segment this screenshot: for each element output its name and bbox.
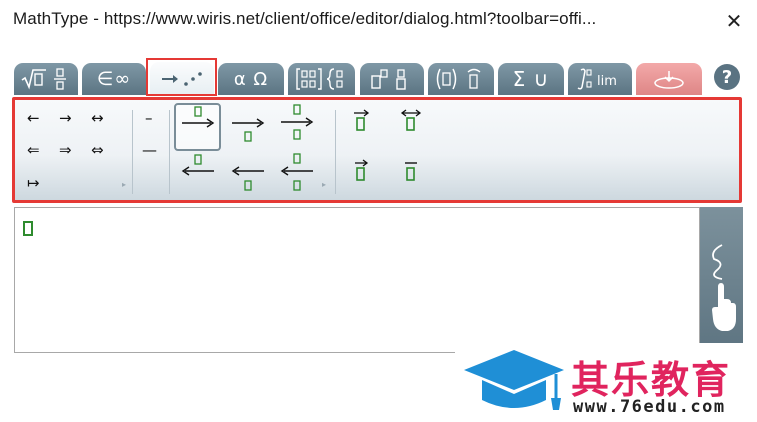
help-button[interactable]: ? bbox=[714, 64, 740, 90]
integral-lim-icon: lim bbox=[577, 68, 617, 90]
tab-big-operators[interactable]: Σ ∪ bbox=[498, 63, 564, 95]
handwriting-hand-icon bbox=[712, 244, 736, 331]
double-right-arrow-button[interactable]: ⇒ bbox=[59, 143, 72, 158]
en-dash-button[interactable]: – bbox=[145, 111, 153, 126]
contextual-icon bbox=[654, 71, 684, 89]
handwriting-toggle-button[interactable] bbox=[700, 207, 743, 353]
separator bbox=[132, 110, 133, 194]
group-expand-icon[interactable]: ▸ bbox=[322, 180, 326, 189]
tab-arrows[interactable] bbox=[150, 62, 214, 96]
arrows-toolbar-panel: ← → ↔ ⇐ ⇒ ⇔ ↦ ▸ – — ▸ bbox=[12, 97, 742, 203]
sum-union-icon: Σ ∪ bbox=[512, 67, 550, 91]
close-button[interactable]: ✕ bbox=[718, 6, 750, 36]
title-bar: MathType - https://www.wiris.net/client/… bbox=[0, 0, 757, 44]
vector-small-arrow-accent-button[interactable] bbox=[348, 157, 374, 187]
svg-text:lim: lim bbox=[597, 74, 617, 89]
vector-left-right-accent-button[interactable] bbox=[398, 107, 424, 137]
greek-icon: α Ω bbox=[233, 68, 269, 90]
right-arrow-button[interactable]: → bbox=[59, 111, 72, 126]
maps-to-arrow-button[interactable]: ↦ bbox=[27, 176, 40, 191]
watermark: 其乐教育 www.76edu.com bbox=[455, 343, 757, 422]
left-arrow-under-placeholder-button[interactable] bbox=[228, 156, 268, 200]
arrows-icon bbox=[162, 72, 202, 86]
tab-symbols[interactable]: ∈∞ bbox=[82, 63, 146, 95]
em-dash-button[interactable]: — bbox=[142, 143, 157, 158]
set-infinity-icon: ∈∞ bbox=[96, 68, 132, 90]
left-right-arrow-button[interactable]: ↔ bbox=[91, 111, 104, 126]
watermark-title: 其乐教育 bbox=[571, 358, 732, 402]
arrow-over-placeholder-button[interactable] bbox=[178, 105, 218, 145]
arrow-under-placeholder-button[interactable] bbox=[228, 105, 268, 149]
decorations-icon bbox=[436, 68, 481, 90]
arrow-over-under-placeholder-button[interactable] bbox=[277, 102, 317, 150]
tab-calculus[interactable]: lim bbox=[568, 63, 632, 95]
separator bbox=[335, 110, 336, 194]
empty-placeholder-box[interactable] bbox=[23, 221, 33, 236]
scripts-icon bbox=[371, 69, 406, 90]
tab-scripts[interactable] bbox=[360, 63, 424, 95]
double-left-arrow-button[interactable]: ⇐ bbox=[27, 143, 40, 158]
tab-matrices[interactable] bbox=[288, 63, 355, 95]
left-arrow-over-under-placeholder-button[interactable] bbox=[277, 152, 317, 200]
overline-accent-button[interactable] bbox=[398, 157, 424, 187]
sqrt-fraction-icon bbox=[21, 68, 66, 90]
tab-bar: ∈∞ α Ω Σ ∪ lim bbox=[12, 60, 747, 96]
watermark-url: www.76edu.com bbox=[573, 397, 726, 417]
tab-decorations[interactable] bbox=[428, 63, 494, 95]
formula-editor-area[interactable] bbox=[14, 207, 700, 353]
matrix-icon bbox=[295, 68, 343, 90]
tab-contextual[interactable] bbox=[636, 63, 702, 95]
tab-general[interactable] bbox=[14, 63, 78, 95]
vector-right-accent-button[interactable] bbox=[348, 107, 374, 137]
graduation-cap-icon bbox=[464, 350, 564, 410]
left-arrow-over-placeholder-button[interactable] bbox=[178, 153, 218, 193]
window-title: MathType - https://www.wiris.net/client/… bbox=[13, 9, 597, 28]
separator bbox=[169, 110, 170, 194]
left-arrow-button[interactable]: ← bbox=[27, 111, 40, 126]
tab-greek[interactable]: α Ω bbox=[218, 63, 284, 95]
mathtype-window: MathType - https://www.wiris.net/client/… bbox=[0, 0, 757, 422]
double-left-right-arrow-button[interactable]: ⇔ bbox=[91, 143, 104, 158]
group-expand-icon[interactable]: ▸ bbox=[122, 180, 126, 189]
